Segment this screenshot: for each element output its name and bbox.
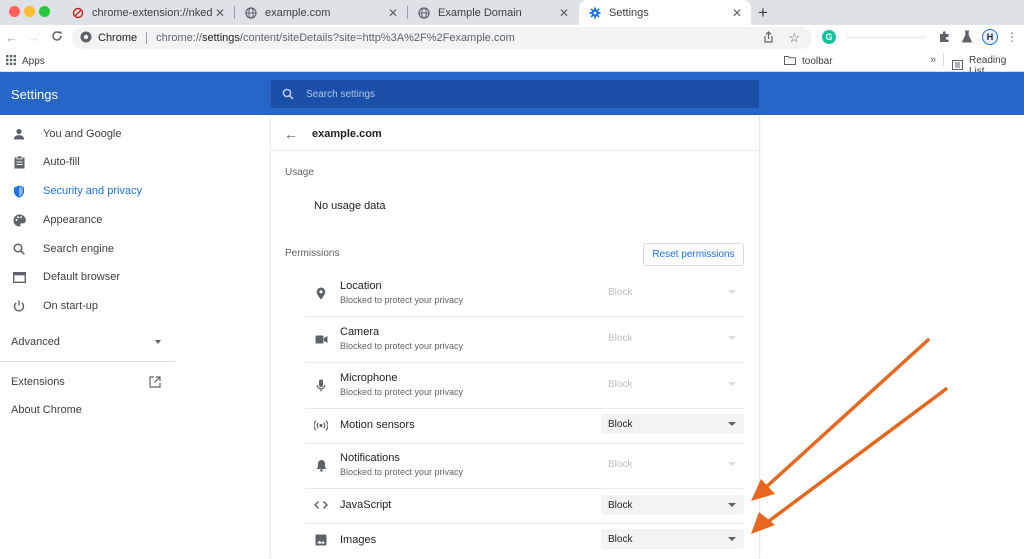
annotation-arrows	[751, 338, 948, 534]
